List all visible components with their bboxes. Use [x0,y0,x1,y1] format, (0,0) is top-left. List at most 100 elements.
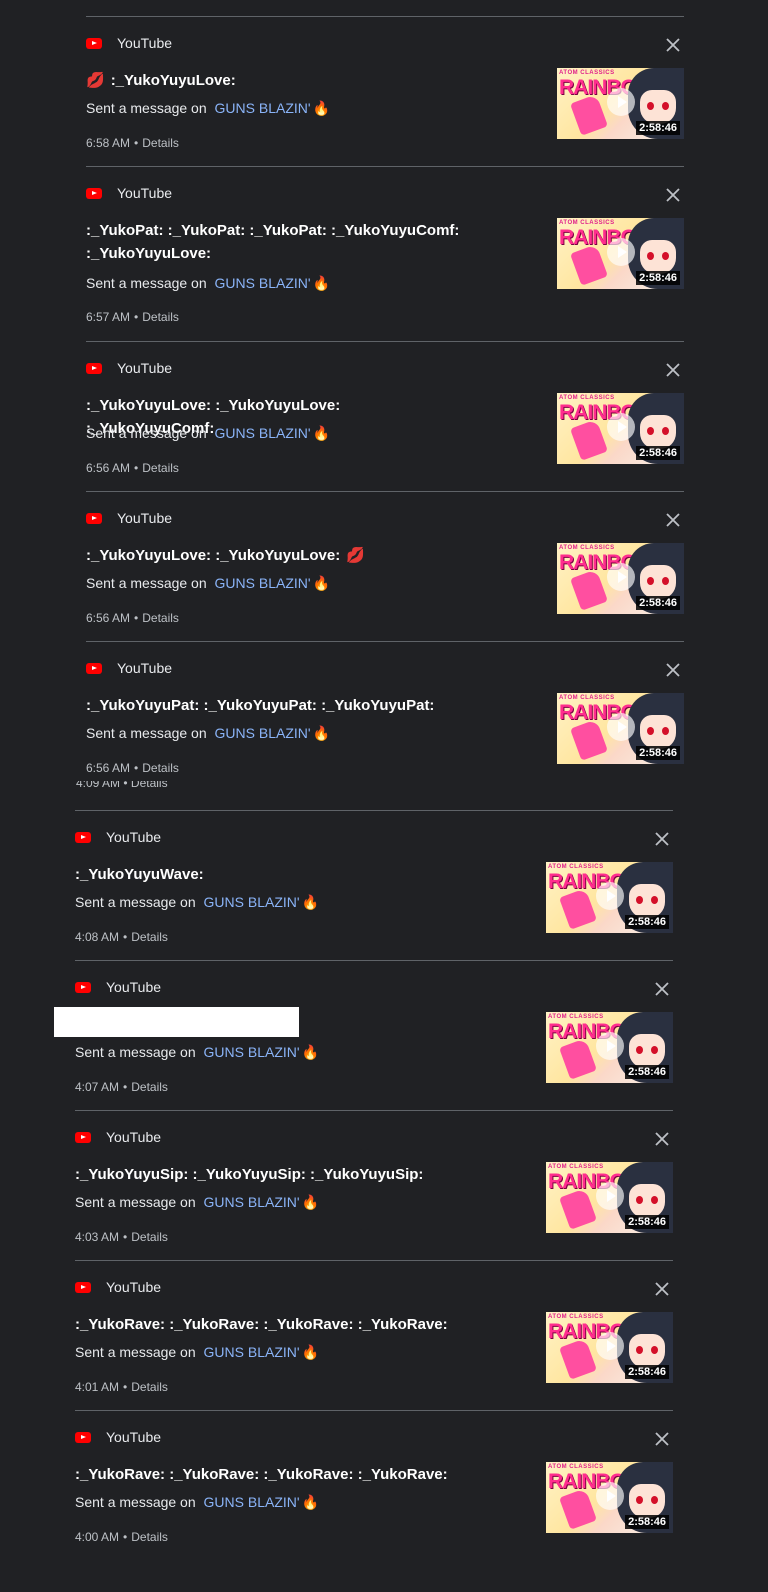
video-duration: 2:58:46 [636,596,680,610]
notification-card[interactable]: YouTube Sent a message on GUNS BLAZIN' 🔥 … [54,960,673,1110]
channel-link[interactable]: GUNS BLAZIN' [204,1044,300,1060]
play-icon [596,1482,624,1510]
notification-card[interactable]: YouTube 💋:_YukoYuyuLove: Sent a message … [86,16,684,166]
details-link[interactable]: Details [131,930,168,944]
details-link[interactable]: Details [131,1530,168,1544]
thumbnail-gun-graphic [559,1338,597,1380]
thumbnail-character-face [640,90,676,124]
video-thumbnail[interactable]: ATOM CLASSICS RAINBOW 2:58:46 [546,1162,673,1233]
separator-dot: • [134,611,139,625]
play-icon [596,1032,624,1060]
fire-emoji-icon: 🔥 [301,1494,319,1510]
app-name: YouTube [106,979,162,995]
notification-card[interactable]: YouTube :_YukoRave: :_YukoRave: :_YukoRa… [75,1260,673,1410]
youtube-icon [75,1281,91,1293]
thumbnail-character-face [629,884,665,918]
notification-title: :_YukoYuyuLove: :_YukoYuyuLove: 💋 [86,544,466,567]
close-icon[interactable] [664,511,682,529]
title-text: :_YukoYuyuLove: [110,72,236,89]
video-thumbnail[interactable]: ATOM CLASSICS RAINBOW 2:58:46 [546,1312,673,1383]
notification-card[interactable]: YouTube :_YukoYuyuPat: :_YukoYuyuPat: :_… [86,641,684,791]
channel-link[interactable]: GUNS BLAZIN' [204,894,300,910]
notification-card[interactable]: YouTube :_YukoYuyuWave: Sent a message o… [75,810,673,960]
youtube-icon [86,512,102,524]
thumbnail-character-face [640,715,676,749]
details-link[interactable]: Details [142,611,179,625]
video-thumbnail[interactable]: ATOM CLASSICS RAINBOW 2:58:46 [557,693,684,764]
thumbnail-gun-graphic [570,719,608,761]
play-icon [607,88,635,116]
notification-body: Sent a message on GUNS BLAZIN' 🔥 [75,1194,319,1211]
close-icon[interactable] [653,1430,671,1448]
sent-prefix: Sent a message on [86,100,207,116]
notification-card[interactable]: YouTube :_YukoYuyuLove: :_YukoYuyuLove: … [86,341,684,491]
youtube-icon [86,362,102,374]
thumbnail-character-face [629,1334,665,1368]
video-thumbnail[interactable]: ATOM CLASSICS RAINBOW 2:58:46 [546,1012,673,1083]
fire-emoji-icon: 🔥 [301,1044,319,1060]
close-icon[interactable] [664,361,682,379]
separator-dot: • [134,461,139,475]
fire-emoji-icon: 🔥 [312,425,330,441]
channel-link[interactable]: GUNS BLAZIN' [204,1194,300,1210]
notification-meta: 6:58 AM • Details [86,136,179,150]
separator-dot: • [134,310,139,324]
notification-card[interactable]: YouTube :_YukoPat: :_YukoPat: :_YukoPat:… [86,166,684,341]
timestamp: 4:01 AM [75,1380,120,1394]
close-icon[interactable] [664,661,682,679]
notification-meta: 4:00 AM • Details [75,1530,168,1544]
app-row: YouTube [86,185,172,201]
youtube-icon [75,1431,91,1443]
notification-body: Sent a message on GUNS BLAZIN' 🔥 [86,100,330,117]
timestamp: 4:07 AM [75,1080,120,1094]
close-icon[interactable] [664,36,682,54]
timestamp: 6:56 AM [86,461,131,475]
notification-body: Sent a message on GUNS BLAZIN' 🔥 [86,425,330,442]
channel-link[interactable]: GUNS BLAZIN' [204,1494,300,1510]
notification-meta: 4:07 AM • Details [75,1080,168,1094]
lips-emoji-icon: 💋 [86,72,105,89]
video-thumbnail[interactable]: ATOM CLASSICS RAINBOW 2:58:46 [557,68,684,139]
details-link[interactable]: Details [142,136,179,150]
close-icon[interactable] [664,186,682,204]
channel-link[interactable]: GUNS BLAZIN' [204,1344,300,1360]
youtube-icon [86,187,102,199]
close-icon[interactable] [653,1280,671,1298]
details-link[interactable]: Details [131,1080,168,1094]
details-link[interactable]: Details [142,461,179,475]
video-thumbnail[interactable]: ATOM CLASSICS RAINBOW 2:58:46 [546,1462,673,1533]
channel-link[interactable]: GUNS BLAZIN' [215,725,311,741]
notification-card[interactable]: YouTube :_YukoRave: :_YukoRave: :_YukoRa… [75,1410,673,1560]
channel-link[interactable]: GUNS BLAZIN' [215,100,311,116]
channel-link[interactable]: GUNS BLAZIN' [215,425,311,441]
notification-body: Sent a message on GUNS BLAZIN' 🔥 [86,725,330,742]
channel-link[interactable]: GUNS BLAZIN' [215,575,311,591]
notification-body: Sent a message on GUNS BLAZIN' 🔥 [75,1044,319,1061]
thumbnail-gun-graphic [570,244,608,286]
close-icon[interactable] [653,980,671,998]
video-thumbnail[interactable]: ATOM CLASSICS RAINBOW 2:58:46 [546,862,673,933]
video-duration: 2:58:46 [625,1065,669,1079]
notification-body: Sent a message on GUNS BLAZIN' 🔥 [75,1344,319,1361]
notification-meta: 4:08 AM • Details [75,930,168,944]
video-thumbnail[interactable]: ATOM CLASSICS RAINBOW 2:58:46 [557,218,684,289]
notification-body: Sent a message on GUNS BLAZIN' 🔥 [86,575,330,592]
video-thumbnail[interactable]: ATOM CLASSICS RAINBOW 2:58:46 [557,543,684,614]
app-name: YouTube [117,360,173,376]
app-name: YouTube [106,1129,162,1145]
fire-emoji-icon: 🔥 [301,894,319,910]
notification-card[interactable]: YouTube :_YukoYuyuSip: :_YukoYuyuSip: :_… [75,1110,673,1260]
video-thumbnail[interactable]: ATOM CLASSICS RAINBOW 2:58:46 [557,393,684,464]
notification-card[interactable]: YouTube :_YukoYuyuLove: :_YukoYuyuLove: 💋… [86,491,684,641]
details-link[interactable]: Details [142,761,179,775]
details-link[interactable]: Details [131,1230,168,1244]
details-link[interactable]: Details [131,1380,168,1394]
video-duration: 2:58:46 [636,746,680,760]
title-text: :_YukoRave: :_YukoRave: :_YukoRave: :_Yu… [75,1316,448,1333]
close-icon[interactable] [653,830,671,848]
close-icon[interactable] [653,1130,671,1148]
channel-link[interactable]: GUNS BLAZIN' [215,275,311,291]
thumbnail-character-face [640,415,676,449]
details-link[interactable]: Details [142,310,179,324]
notification-body: Sent a message on GUNS BLAZIN' 🔥 [86,275,330,292]
